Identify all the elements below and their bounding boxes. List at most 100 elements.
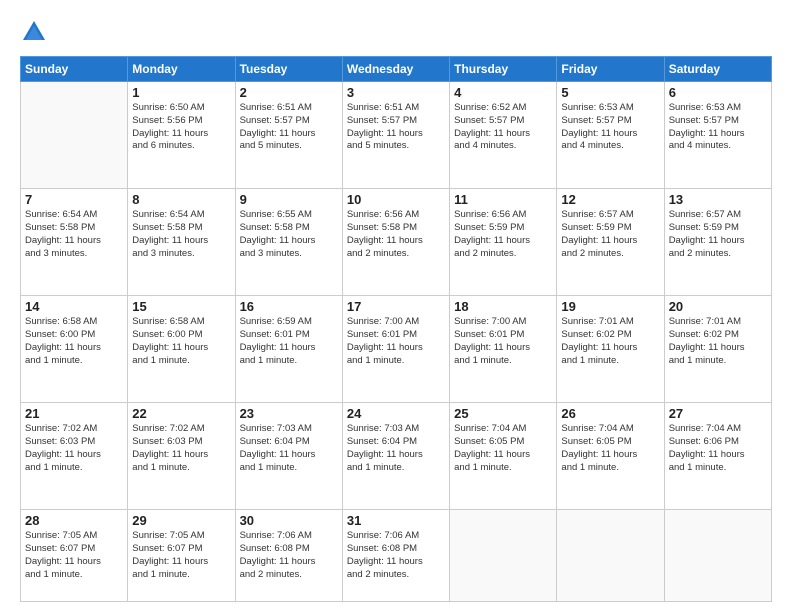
day-number: 4 [454, 85, 552, 100]
day-info: Sunrise: 6:56 AM Sunset: 5:58 PM Dayligh… [347, 209, 445, 260]
day-info: Sunrise: 7:03 AM Sunset: 6:04 PM Dayligh… [347, 423, 445, 474]
day-cell [450, 510, 557, 602]
day-number: 16 [240, 299, 338, 314]
day-number: 26 [561, 406, 659, 421]
day-number: 30 [240, 513, 338, 528]
day-number: 24 [347, 406, 445, 421]
day-cell: 29Sunrise: 7:05 AM Sunset: 6:07 PM Dayli… [128, 510, 235, 602]
day-cell: 27 Sunrise: 7:04 AM Sunset: 6:06 PM Dayli… [664, 403, 771, 510]
day-number: 23 [240, 406, 338, 421]
day-info: Sunrise: 7:02 AM Sunset: 6:03 PM Dayligh… [25, 423, 123, 474]
day-cell: 15Sunrise: 6:58 AM Sunset: 6:00 PM Dayli… [128, 296, 235, 403]
col-header-monday: Monday [128, 57, 235, 82]
day-cell: 10 Sunrise: 6:56 AM Sunset: 5:58 PM Dayli… [342, 189, 449, 296]
day-cell: 17 Sunrise: 7:00 AM Sunset: 6:01 PM Dayli… [342, 296, 449, 403]
day-info: Sunrise: 6:56 AM Sunset: 5:59 PM Dayligh… [454, 209, 552, 260]
day-cell: 14 Sunrise: 6:58 AM Sunset: 6:00 PM Dayli… [21, 296, 128, 403]
day-cell [557, 510, 664, 602]
day-number: 11 [454, 192, 552, 207]
day-info: Sunrise: 6:53 AM Sunset: 5:57 PM Dayligh… [669, 102, 767, 153]
day-info: Sunrise: 7:00 AM Sunset: 6:01 PM Dayligh… [347, 316, 445, 367]
day-number: 6 [669, 85, 767, 100]
day-info: Sunrise: 7:04 AM Sunset: 6:06 PM Dayligh… [669, 423, 767, 474]
col-header-wednesday: Wednesday [342, 57, 449, 82]
day-number: 10 [347, 192, 445, 207]
day-number: 9 [240, 192, 338, 207]
header-row: SundayMondayTuesdayWednesdayThursdayFrid… [21, 57, 772, 82]
day-cell: 13 Sunrise: 6:57 AM Sunset: 5:59 PM Dayli… [664, 189, 771, 296]
day-number: 15 [132, 299, 230, 314]
day-number: 1 [132, 85, 230, 100]
day-info: Sunrise: 6:57 AM Sunset: 5:59 PM Dayligh… [561, 209, 659, 260]
day-info: Sunrise: 7:03 AM Sunset: 6:04 PM Dayligh… [240, 423, 338, 474]
day-number: 12 [561, 192, 659, 207]
day-info: Sunrise: 7:05 AM Sunset: 6:07 PM Dayligh… [25, 530, 123, 581]
day-cell: 25Sunrise: 7:04 AM Sunset: 6:05 PM Dayli… [450, 403, 557, 510]
day-cell [664, 510, 771, 602]
day-number: 18 [454, 299, 552, 314]
day-number: 29 [132, 513, 230, 528]
col-header-saturday: Saturday [664, 57, 771, 82]
day-info: Sunrise: 6:57 AM Sunset: 5:59 PM Dayligh… [669, 209, 767, 260]
day-info: Sunrise: 7:00 AM Sunset: 6:01 PM Dayligh… [454, 316, 552, 367]
week-row-1: 1 Sunrise: 6:50 AM Sunset: 5:56 PM Daylig… [21, 82, 772, 189]
page: SundayMondayTuesdayWednesdayThursdayFrid… [0, 0, 792, 612]
week-row-4: 21 Sunrise: 7:02 AM Sunset: 6:03 PM Dayli… [21, 403, 772, 510]
header [20, 18, 772, 46]
day-number: 27 [669, 406, 767, 421]
col-header-tuesday: Tuesday [235, 57, 342, 82]
day-info: Sunrise: 6:53 AM Sunset: 5:57 PM Dayligh… [561, 102, 659, 153]
day-info: Sunrise: 6:54 AM Sunset: 5:58 PM Dayligh… [25, 209, 123, 260]
day-number: 19 [561, 299, 659, 314]
day-info: Sunrise: 6:50 AM Sunset: 5:56 PM Dayligh… [132, 102, 230, 153]
day-number: 14 [25, 299, 123, 314]
day-number: 13 [669, 192, 767, 207]
day-cell: 19 Sunrise: 7:01 AM Sunset: 6:02 PM Dayli… [557, 296, 664, 403]
day-number: 20 [669, 299, 767, 314]
day-number: 17 [347, 299, 445, 314]
day-info: Sunrise: 6:54 AM Sunset: 5:58 PM Dayligh… [132, 209, 230, 260]
day-info: Sunrise: 7:01 AM Sunset: 6:02 PM Dayligh… [561, 316, 659, 367]
day-info: Sunrise: 6:59 AM Sunset: 6:01 PM Dayligh… [240, 316, 338, 367]
day-cell: 12 Sunrise: 6:57 AM Sunset: 5:59 PM Dayli… [557, 189, 664, 296]
day-cell: 21 Sunrise: 7:02 AM Sunset: 6:03 PM Dayli… [21, 403, 128, 510]
day-cell: 5 Sunrise: 6:53 AM Sunset: 5:57 PM Daylig… [557, 82, 664, 189]
col-header-sunday: Sunday [21, 57, 128, 82]
logo [20, 18, 52, 46]
day-number: 21 [25, 406, 123, 421]
day-cell: 1 Sunrise: 6:50 AM Sunset: 5:56 PM Daylig… [128, 82, 235, 189]
day-number: 5 [561, 85, 659, 100]
day-cell: 22 Sunrise: 7:02 AM Sunset: 6:03 PM Dayli… [128, 403, 235, 510]
day-number: 28 [25, 513, 123, 528]
day-info: Sunrise: 6:58 AM Sunset: 6:00 PM Dayligh… [25, 316, 123, 367]
day-info: Sunrise: 7:06 AM Sunset: 6:08 PM Dayligh… [347, 530, 445, 581]
day-info: Sunrise: 6:55 AM Sunset: 5:58 PM Dayligh… [240, 209, 338, 260]
day-number: 31 [347, 513, 445, 528]
day-cell: 16 Sunrise: 6:59 AM Sunset: 6:01 PM Dayli… [235, 296, 342, 403]
day-number: 22 [132, 406, 230, 421]
day-cell: 26Sunrise: 7:04 AM Sunset: 6:05 PM Dayli… [557, 403, 664, 510]
calendar: SundayMondayTuesdayWednesdayThursdayFrid… [20, 56, 772, 602]
day-info: Sunrise: 7:06 AM Sunset: 6:08 PM Dayligh… [240, 530, 338, 581]
logo-icon [20, 18, 48, 46]
day-cell: 24 Sunrise: 7:03 AM Sunset: 6:04 PM Dayli… [342, 403, 449, 510]
day-cell: 18 Sunrise: 7:00 AM Sunset: 6:01 PM Dayli… [450, 296, 557, 403]
col-header-friday: Friday [557, 57, 664, 82]
day-info: Sunrise: 7:02 AM Sunset: 6:03 PM Dayligh… [132, 423, 230, 474]
day-cell: 4 Sunrise: 6:52 AM Sunset: 5:57 PM Daylig… [450, 82, 557, 189]
day-number: 8 [132, 192, 230, 207]
day-info: Sunrise: 6:52 AM Sunset: 5:57 PM Dayligh… [454, 102, 552, 153]
col-header-thursday: Thursday [450, 57, 557, 82]
day-cell: 31 Sunrise: 7:06 AM Sunset: 6:08 PM Dayli… [342, 510, 449, 602]
day-cell: 23 Sunrise: 7:03 AM Sunset: 6:04 PM Dayli… [235, 403, 342, 510]
day-number: 7 [25, 192, 123, 207]
week-row-2: 7 Sunrise: 6:54 AM Sunset: 5:58 PM Daylig… [21, 189, 772, 296]
day-info: Sunrise: 7:01 AM Sunset: 6:02 PM Dayligh… [669, 316, 767, 367]
week-row-5: 28 Sunrise: 7:05 AM Sunset: 6:07 PM Dayli… [21, 510, 772, 602]
day-cell [21, 82, 128, 189]
day-cell: 3Sunrise: 6:51 AM Sunset: 5:57 PM Daylig… [342, 82, 449, 189]
week-row-3: 14 Sunrise: 6:58 AM Sunset: 6:00 PM Dayli… [21, 296, 772, 403]
day-info: Sunrise: 7:04 AM Sunset: 6:05 PM Dayligh… [454, 423, 552, 474]
day-cell: 11 Sunrise: 6:56 AM Sunset: 5:59 PM Dayli… [450, 189, 557, 296]
day-info: Sunrise: 6:51 AM Sunset: 5:57 PM Dayligh… [347, 102, 445, 153]
